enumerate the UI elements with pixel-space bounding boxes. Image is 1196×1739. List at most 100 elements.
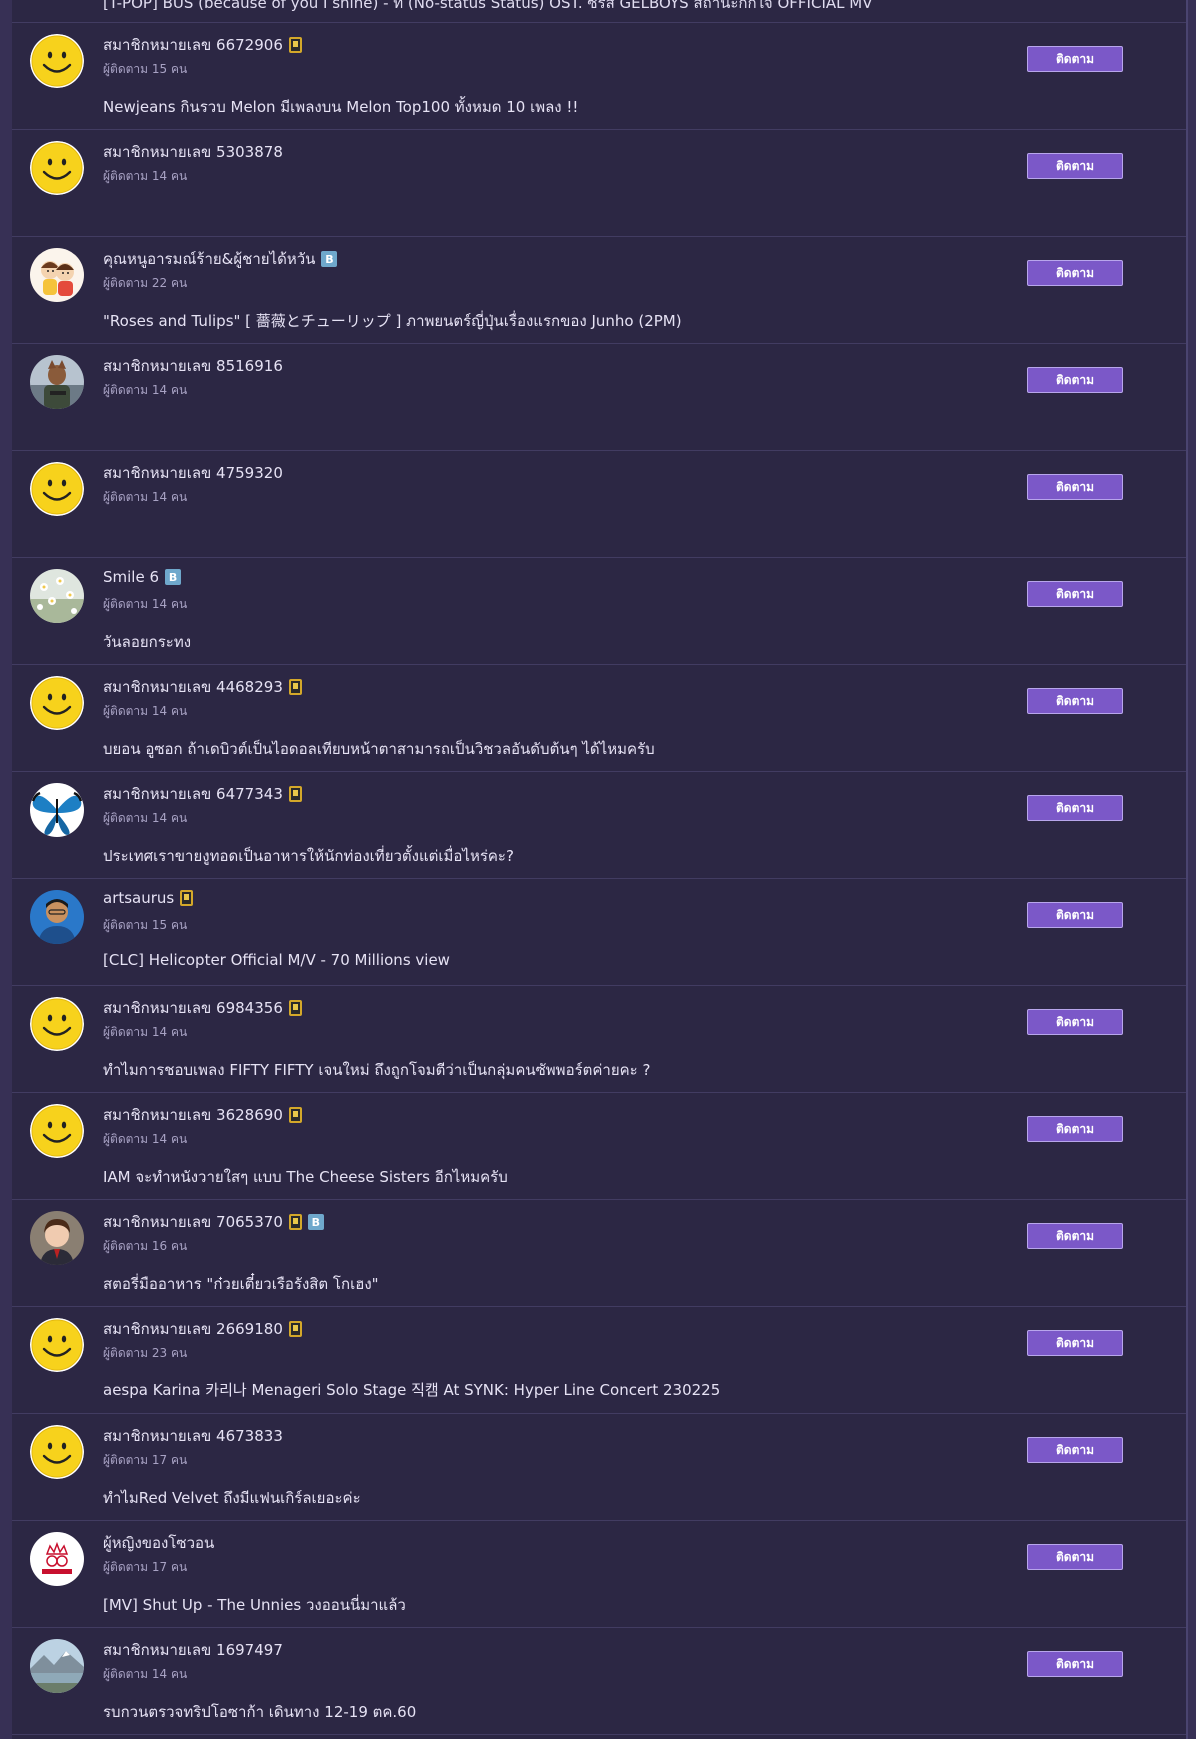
member-name[interactable]: ผู้หญิงของโซวอน [103, 1531, 214, 1555]
post-title[interactable]: Newjeans กินรวบ Melon มีเพลงบน Melon Top… [103, 95, 578, 119]
post-title[interactable]: IAM จะทำหนังวายใสๆ แบบ The Cheese Sister… [103, 1165, 508, 1189]
member-row: คุณหนูอารมณ์ร้าย&ผู้ชายได้หวัน B ผู้ติดตาม… [12, 237, 1186, 344]
follower-count: ผู้ติดตาม 15 คน [103, 918, 188, 932]
avatar[interactable] [30, 890, 84, 944]
smiley-avatar[interactable] [30, 34, 84, 88]
follower-count: ผู้ติดตาม 14 คน [103, 704, 188, 718]
member-name[interactable]: สมาชิกหมายเลข 6984356 [103, 996, 283, 1020]
post-title[interactable]: บยอน อูซอก ถ้าเดบิวต์เป็นไอดอลเทียบหน้าต… [103, 737, 655, 761]
follower-count: ผู้ติดตาม 14 คน [103, 383, 188, 397]
member-name-line: artsaurus [103, 889, 194, 907]
follow-button[interactable]: ติดตาม [1027, 367, 1123, 393]
member-name-line: คุณหนูอารมณ์ร้าย&ผู้ชายได้หวัน B [103, 247, 338, 271]
follow-button[interactable]: ติดตาม [1027, 795, 1123, 821]
smiley-avatar[interactable] [30, 676, 84, 730]
member-name-line: สมาชิกหมายเลข 7065370 B [103, 1210, 324, 1234]
follow-button[interactable]: ติดตาม [1027, 1651, 1123, 1677]
post-title[interactable]: aespa Karina 카리나 Menageri Solo Stage 직캠 … [103, 1379, 720, 1400]
follow-button[interactable]: ติดตาม [1027, 153, 1123, 179]
follower-count: ผู้ติดตาม 22 คน [103, 276, 188, 290]
smiley-avatar[interactable] [30, 462, 84, 516]
list-item-partial: [T-POP] BUS (because of you I shine) - ท… [12, 0, 1186, 23]
smiley-avatar[interactable] [30, 1104, 84, 1158]
smiley-avatar[interactable] [30, 1425, 84, 1479]
follower-count: ผู้ติดตาม 14 คน [103, 169, 188, 183]
follower-count: ผู้ติดตาม 14 คน [103, 597, 188, 611]
follower-count: ผู้ติดตาม 17 คน [103, 1560, 188, 1574]
follower-count: ผู้ติดตาม 14 คน [103, 1025, 188, 1039]
smiley-avatar[interactable] [30, 1318, 84, 1372]
member-name[interactable]: สมาชิกหมายเลข 4673833 [103, 1424, 283, 1448]
member-name[interactable]: สมาชิกหมายเลข 1697497 [103, 1638, 283, 1662]
follow-button[interactable]: ติดตาม [1027, 1116, 1123, 1142]
member-list-panel: [T-POP] BUS (because of you I shine) - ท… [12, 0, 1188, 1739]
follower-count: ผู้ติดตาม 14 คน [103, 490, 188, 504]
member-name[interactable]: สมาชิกหมายเลข 6477343 [103, 782, 283, 806]
follower-count: ผู้ติดตาม 17 คน [103, 1453, 188, 1467]
follow-button[interactable]: ติดตาม [1027, 46, 1123, 72]
avatar[interactable] [30, 569, 84, 623]
avatar[interactable] [30, 355, 84, 409]
follow-button[interactable]: ติดตาม [1027, 1223, 1123, 1249]
member-row: ผู้หญิงของโซวอนผู้ติดตาม 17 คน [MV] Shut … [12, 1521, 1186, 1628]
member-name[interactable]: Smile 6 [103, 568, 159, 586]
follower-count: ผู้ติดตาม 14 คน [103, 1132, 188, 1146]
follower-count: ผู้ติดตาม 16 คน [103, 1239, 188, 1253]
follower-count: ผู้ติดตาม 23 คน [103, 1346, 188, 1360]
post-title[interactable]: วันลอยกระทง [103, 630, 191, 654]
member-name-line: สมาชิกหมายเลข 2669180 [103, 1317, 302, 1341]
member-row: สมาชิกหมายเลข 5303878 ผู้ติดตาม 14 คน ติดต… [12, 130, 1186, 237]
post-title[interactable]: [CLC] Helicopter Official M/V - 70 Milli… [103, 951, 450, 969]
member-name-line: สมาชิกหมายเลข 6984356 [103, 996, 302, 1020]
member-name-line: สมาชิกหมายเลข 4673833 [103, 1424, 283, 1448]
mobile-badge-icon [288, 786, 302, 802]
member-name-line: สมาชิกหมายเลข 3628690 [103, 1103, 302, 1127]
member-name[interactable]: สมาชิกหมายเลข 3628690 [103, 1103, 283, 1127]
member-row: สมาชิกหมายเลข 6672906 ผู้ติดตาม 15 คน Newj… [12, 23, 1186, 130]
follower-count: ผู้ติดตาม 14 คน [103, 811, 188, 825]
member-name[interactable]: สมาชิกหมายเลข 5303878 [103, 140, 283, 164]
avatar[interactable] [30, 248, 84, 302]
follow-button[interactable]: ติดตาม [1027, 902, 1123, 928]
post-title[interactable]: รบกวนตรวจทริปโอซาก้า เดินทาง 12-19 ตค.60 [103, 1700, 416, 1724]
follow-button[interactable]: ติดตาม [1027, 474, 1123, 500]
member-row: สมาชิกหมายเลข 4759320 ผู้ติดตาม 14 คน ติดต… [12, 451, 1186, 558]
avatar[interactable] [30, 1639, 84, 1693]
avatar[interactable] [30, 1532, 84, 1586]
member-name[interactable]: คุณหนูอารมณ์ร้าย&ผู้ชายได้หวัน [103, 247, 315, 271]
member-name[interactable]: สมาชิกหมายเลข 2669180 [103, 1317, 283, 1341]
follower-count: ผู้ติดตาม 15 คน [103, 62, 188, 76]
follow-button[interactable]: ติดตาม [1027, 688, 1123, 714]
blog-badge-icon: B [321, 251, 338, 267]
post-title[interactable]: สตอรี่มืออาหาร "ก๋วยเตี๋ยวเรือรังสิต โกเ… [103, 1272, 379, 1296]
member-name[interactable]: artsaurus [103, 889, 174, 907]
post-title[interactable]: [MV] Shut Up - The Unnies วงออนนี่มาแล้ว [103, 1593, 406, 1617]
member-name[interactable]: สมาชิกหมายเลข 4468293 [103, 675, 283, 699]
member-row: สมาชิกหมายเลข 1697497 ผู้ติดตาม 14 คนรบกว… [12, 1628, 1186, 1735]
post-title[interactable]: ทำไมการชอบเพลง FIFTY FIFTY เจนใหม่ ถึงถู… [103, 1058, 650, 1082]
smiley-avatar[interactable] [30, 141, 84, 195]
avatar[interactable] [30, 1211, 84, 1265]
follower-count: ผู้ติดตาม 14 คน [103, 1667, 188, 1681]
member-name[interactable]: สมาชิกหมายเลข 6672906 [103, 33, 283, 57]
member-row: สมาชิกหมายเลข 6477343 ผู้ติดตาม 14 คนประเ… [12, 772, 1186, 879]
follow-button[interactable]: ติดตาม [1027, 581, 1123, 607]
follow-button[interactable]: ติดตาม [1027, 1330, 1123, 1356]
follow-button[interactable]: ติดตาม [1027, 1437, 1123, 1463]
member-name[interactable]: สมาชิกหมายเลข 8516916 [103, 354, 283, 378]
post-title[interactable]: ประเทศเราขายงูทอดเป็นอาหารให้นักท่องเที่… [103, 844, 514, 868]
post-title[interactable]: ทำไมRed Velvet ถึงมีแฟนเกิร์ลเยอะค่ะ [103, 1486, 361, 1510]
post-title[interactable]: [T-POP] BUS (because of you I shine) - ท… [103, 0, 872, 15]
mobile-badge-icon [288, 679, 302, 695]
member-name-line: สมาชิกหมายเลข 8516916 [103, 354, 283, 378]
smiley-avatar[interactable] [30, 997, 84, 1051]
member-name[interactable]: สมาชิกหมายเลข 7065370 [103, 1210, 283, 1234]
member-name[interactable]: สมาชิกหมายเลข 4759320 [103, 461, 283, 485]
follow-button[interactable]: ติดตาม [1027, 1009, 1123, 1035]
mobile-badge-icon [180, 890, 194, 906]
follow-button[interactable]: ติดตาม [1027, 260, 1123, 286]
post-title[interactable]: "Roses and Tulips" [ 薔薇とチューリップ ] ภาพยนตร… [103, 309, 682, 333]
avatar[interactable] [30, 783, 84, 837]
member-name-line: สมาชิกหมายเลข 4759320 [103, 461, 283, 485]
follow-button[interactable]: ติดตาม [1027, 1544, 1123, 1570]
